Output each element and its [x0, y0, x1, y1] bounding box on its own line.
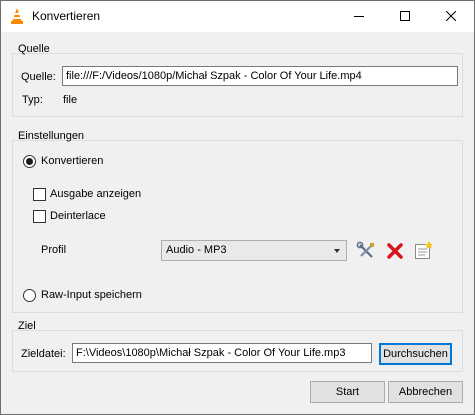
minimize-icon: [354, 16, 364, 17]
minimize-button[interactable]: [336, 1, 382, 32]
convert-dialog: Konvertieren Quelle Quelle: file:///F:/V…: [0, 0, 475, 415]
vlc-cone-icon: [11, 8, 23, 24]
close-button[interactable]: [428, 1, 474, 32]
title-bar[interactable]: Konvertieren: [1, 1, 474, 32]
profile-label: Profil: [41, 244, 67, 256]
target-group-title: Ziel: [18, 320, 36, 332]
start-button[interactable]: Start: [310, 381, 385, 403]
type-value: file: [63, 94, 78, 106]
new-profile-icon: [415, 241, 433, 259]
source-label: Quelle:: [21, 71, 56, 83]
target-file-label: Zieldatei:: [21, 348, 66, 360]
target-file-input[interactable]: F:\Videos\1080p\Michał Szpak - Color Of …: [72, 343, 372, 363]
show-output-label[interactable]: Ausgabe anzeigen: [50, 188, 141, 200]
wrench-screwdriver-icon: [356, 241, 374, 258]
cancel-button[interactable]: Abbrechen: [388, 381, 463, 403]
chevron-down-icon: [334, 249, 340, 253]
source-input[interactable]: file:///F:/Videos/1080p/Michał Szpak - C…: [62, 66, 458, 86]
maximize-button[interactable]: [382, 1, 428, 32]
profile-select[interactable]: Audio - MP3: [161, 240, 347, 261]
show-output-checkbox[interactable]: [33, 188, 46, 201]
deinterlace-label[interactable]: Deinterlace: [50, 210, 106, 222]
delete-x-icon: [387, 243, 403, 259]
deinterlace-checkbox[interactable]: [33, 210, 46, 223]
new-profile-button[interactable]: [412, 240, 434, 262]
convert-radio-label[interactable]: Konvertieren: [41, 155, 103, 167]
edit-profile-button[interactable]: [355, 240, 377, 262]
raw-input-label[interactable]: Raw-Input speichern: [41, 289, 142, 301]
maximize-icon: [400, 11, 410, 21]
profile-selected-value: Audio - MP3: [166, 244, 227, 256]
radio-selected-dot: [26, 158, 33, 165]
settings-group-title: Einstellungen: [18, 130, 85, 142]
raw-input-radio[interactable]: [23, 289, 36, 302]
close-icon: [446, 11, 456, 21]
delete-profile-button[interactable]: [384, 240, 406, 262]
source-group-title: Quelle: [18, 43, 50, 55]
window-title: Konvertieren: [32, 9, 101, 23]
type-label: Typ:: [22, 94, 43, 106]
browse-button[interactable]: Durchsuchen: [379, 343, 452, 365]
convert-radio[interactable]: [23, 155, 36, 168]
